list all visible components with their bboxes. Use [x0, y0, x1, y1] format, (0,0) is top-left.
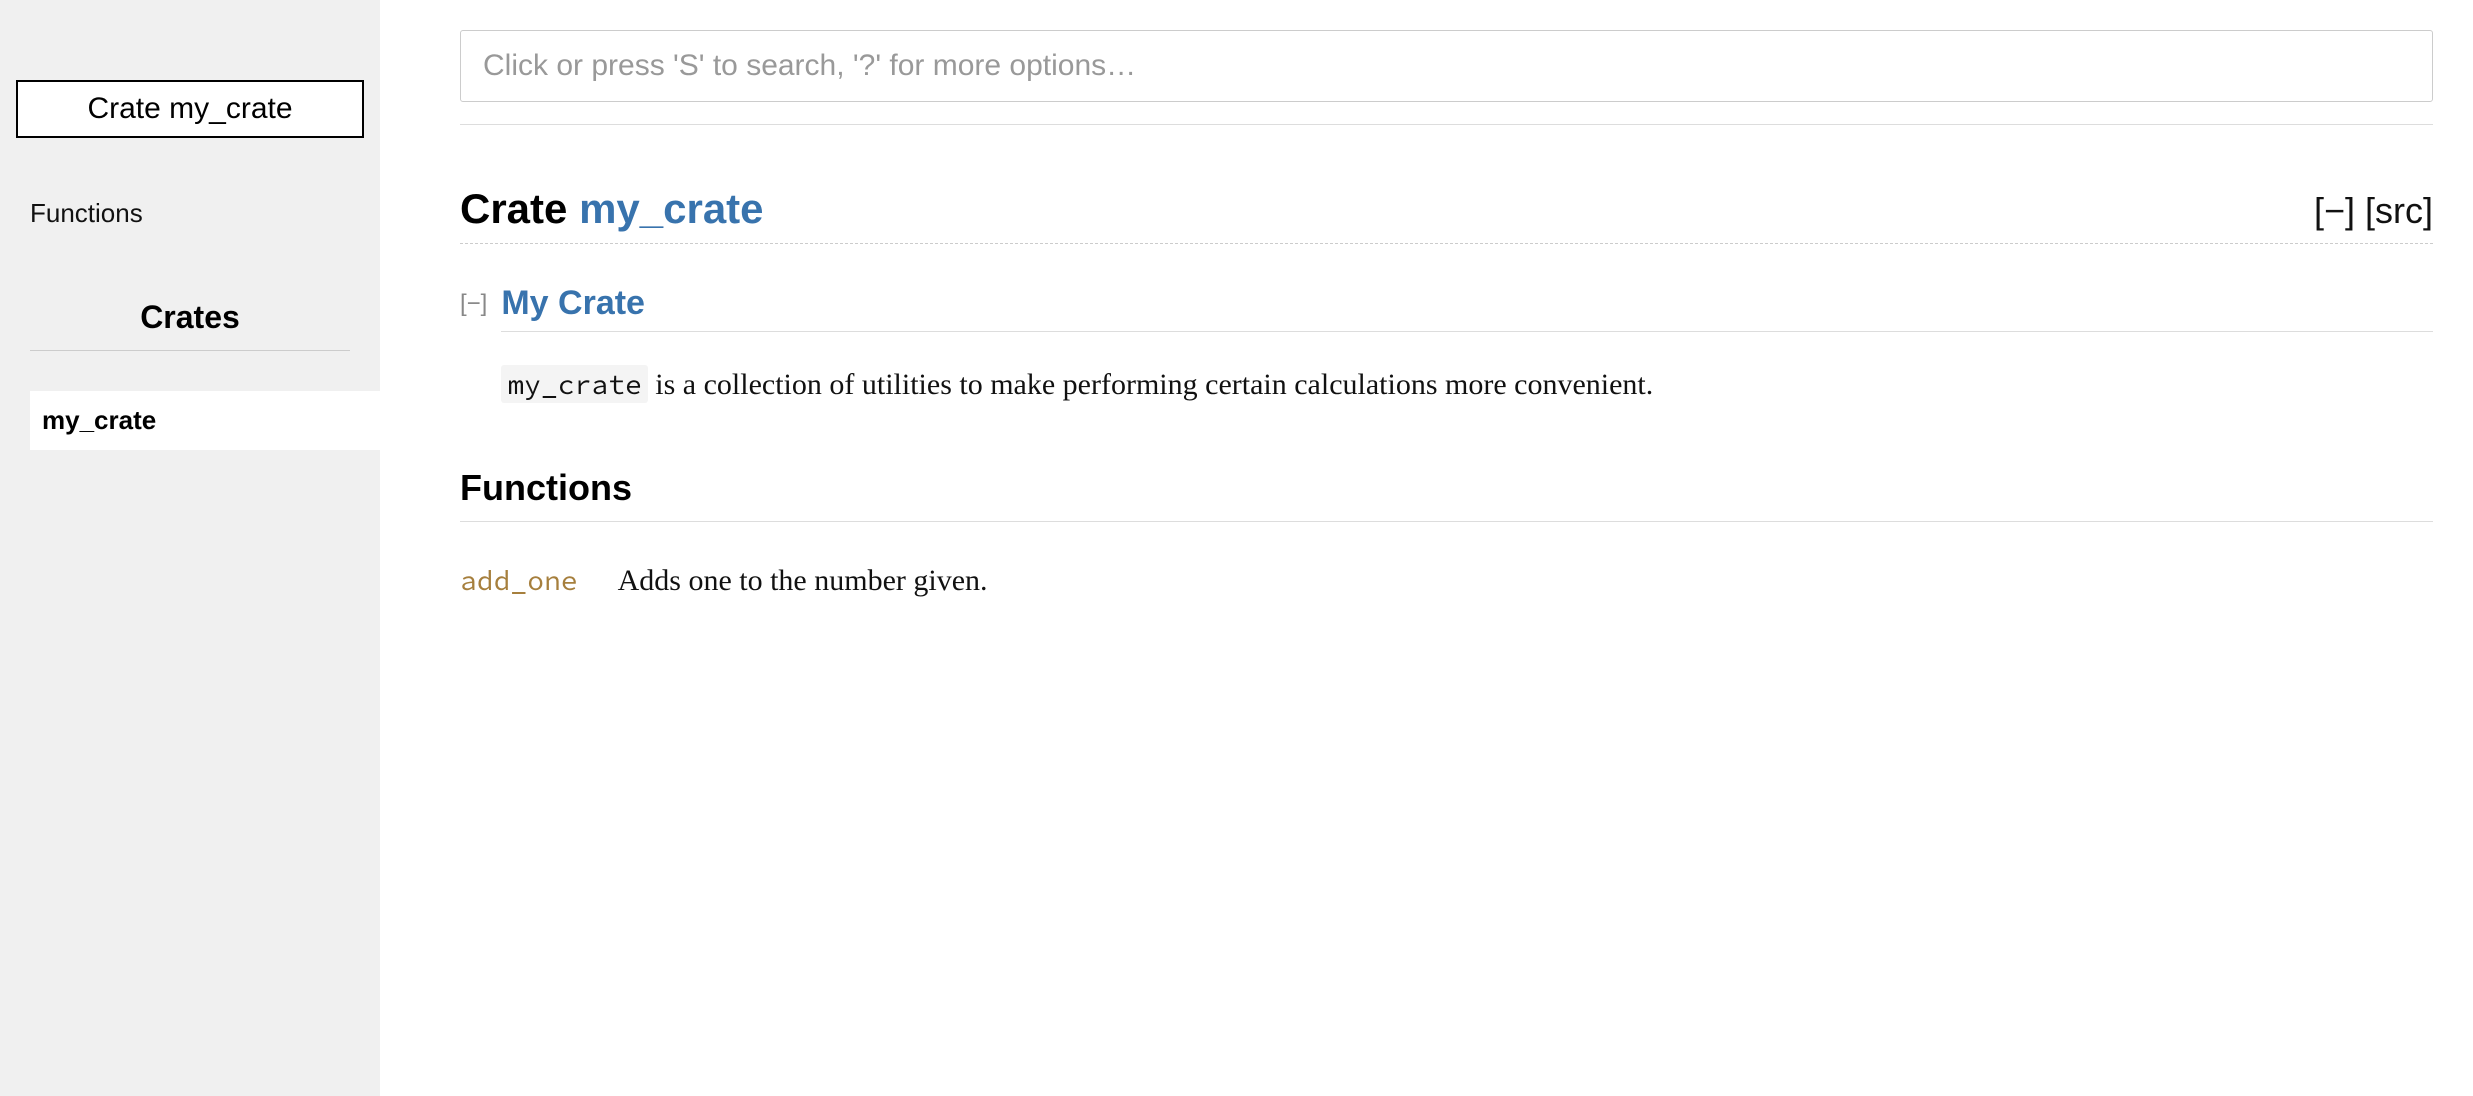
crate-title-name: my_crate	[169, 92, 292, 125]
doc-code: my_crate	[501, 365, 647, 403]
sidebar-link-functions[interactable]: Functions	[30, 198, 350, 229]
doc-content: My Crate my_crate is a collection of uti…	[501, 284, 2433, 407]
heading-controls: [−] [src]	[2314, 190, 2433, 232]
doc-block: [−] My Crate my_crate is a collection of…	[460, 284, 2433, 407]
functions-heading: Functions	[460, 467, 2433, 522]
sidebar: Crate my_crate Functions Crates my_crate	[0, 0, 380, 1096]
page-heading-kind: Crate	[460, 185, 579, 232]
doc-collapse-toggle[interactable]: [−]	[460, 284, 487, 319]
sidebar-section-functions: Functions	[0, 198, 380, 229]
collapse-toggle[interactable]: [−]	[2314, 190, 2355, 231]
page-heading-row: Crate my_crate [−] [src]	[460, 185, 2433, 244]
crate-title-box: Crate my_crate	[16, 80, 364, 138]
page-heading-name[interactable]: my_crate	[579, 185, 763, 232]
sidebar-crates-heading: Crates	[30, 299, 350, 351]
function-description: Adds one to the number given.	[618, 564, 988, 598]
search-divider	[460, 124, 2433, 125]
search-input[interactable]	[460, 30, 2433, 102]
function-row: add_one Adds one to the number given.	[460, 562, 2433, 598]
src-link[interactable]: [src]	[2365, 190, 2433, 231]
crate-title-prefix: Crate	[87, 92, 169, 125]
page-heading: Crate my_crate	[460, 185, 764, 233]
function-name-link[interactable]: add_one	[460, 562, 578, 598]
sidebar-crate-item[interactable]: my_crate	[30, 391, 380, 450]
doc-description: my_crate is a collection of utilities to…	[501, 362, 2433, 407]
doc-desc-text: is a collection of utilities to make per…	[648, 368, 1654, 401]
main-content: Crate my_crate [−] [src] [−] My Crate my…	[380, 0, 2473, 1096]
doc-title[interactable]: My Crate	[501, 284, 2433, 332]
